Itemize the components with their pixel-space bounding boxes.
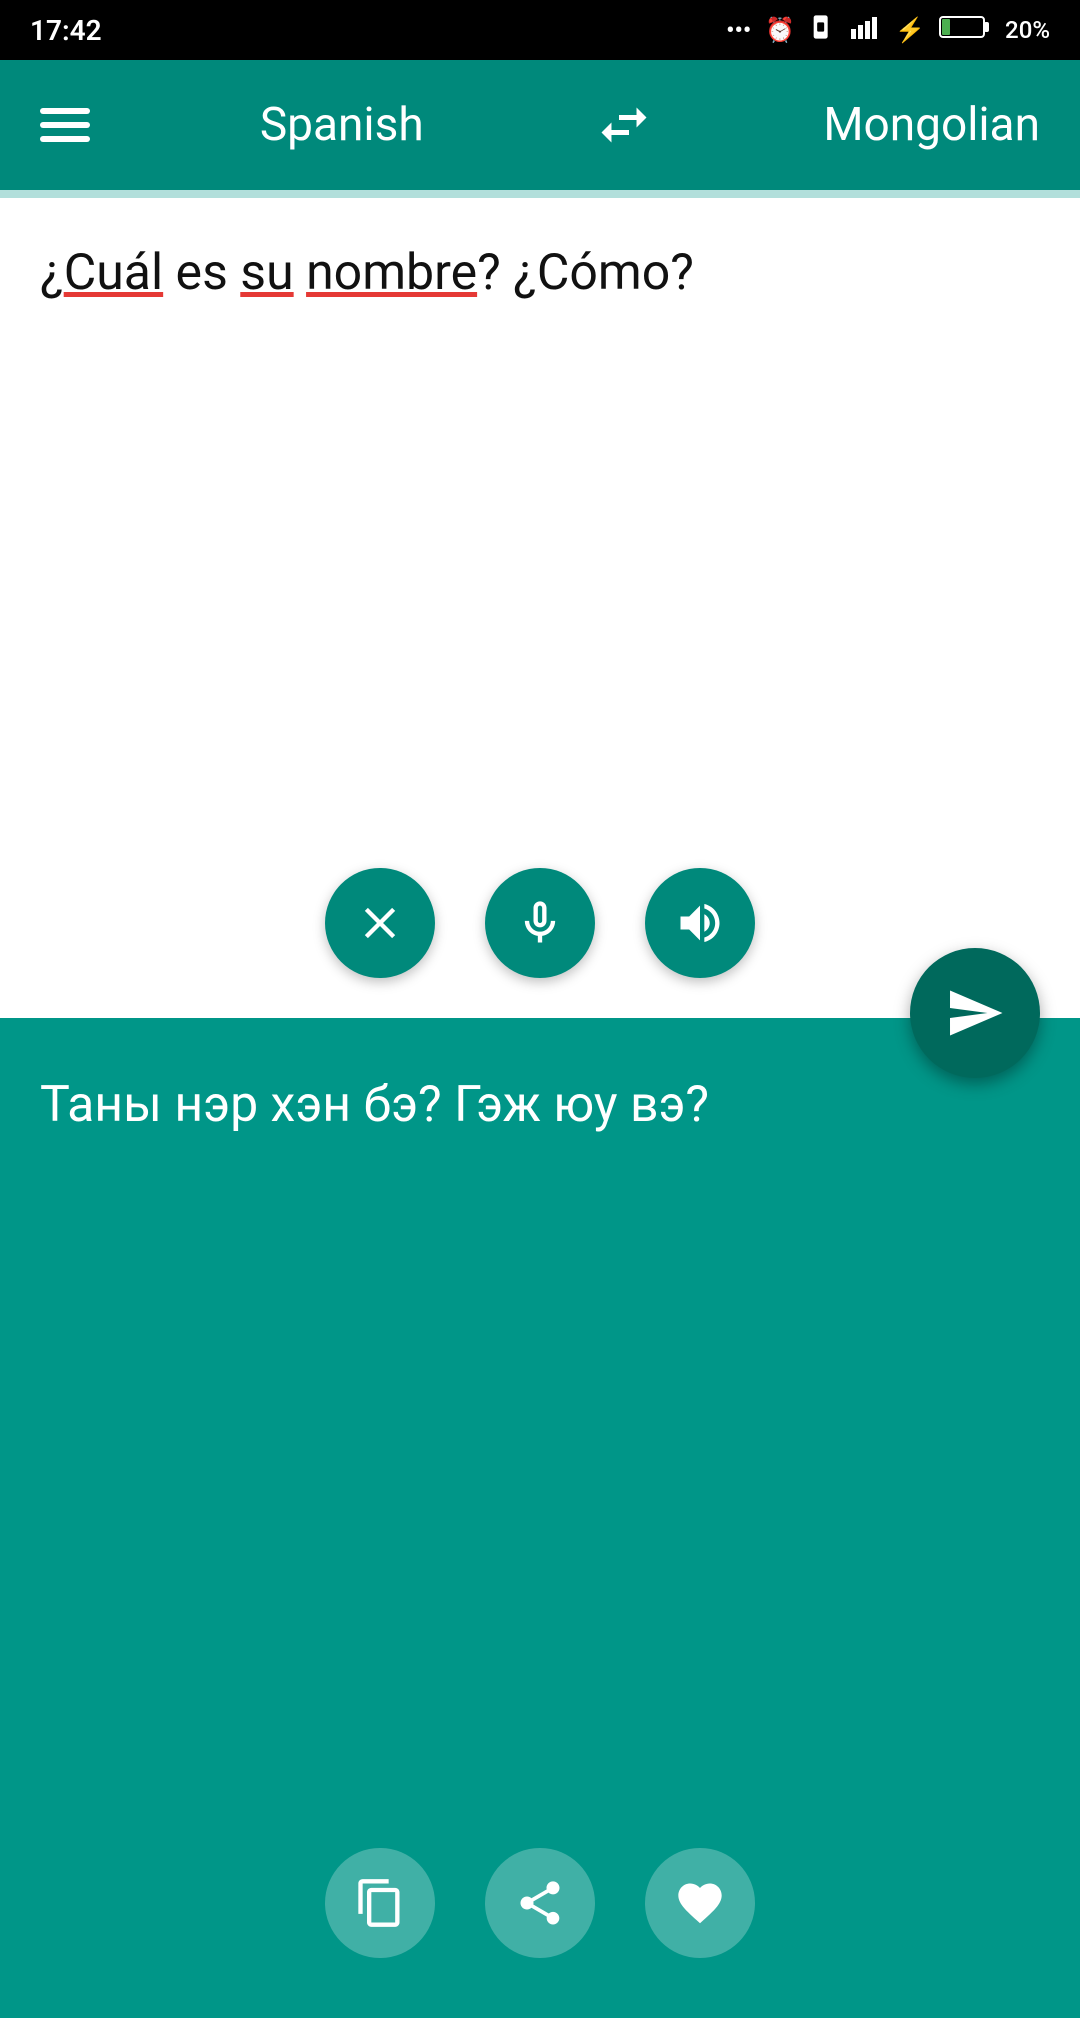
translation-area: Таны нэр хэн бэ? Гэж юу вэ? xyxy=(0,1018,1080,2018)
word-su: su xyxy=(240,244,293,302)
microphone-button[interactable] xyxy=(485,868,595,978)
clear-button[interactable] xyxy=(325,868,435,978)
menu-button[interactable] xyxy=(40,108,90,142)
source-language[interactable]: Spanish xyxy=(260,98,424,152)
word-nombre: nombre xyxy=(306,244,477,302)
battery-icon xyxy=(939,14,991,46)
status-bar: 17:42 ••• ⏰ ⚡ 20% xyxy=(0,0,1080,60)
translated-text: Таны нэр хэн бэ? Гэж юу вэ? xyxy=(40,1068,1040,1143)
bolt-icon: ⚡ xyxy=(895,16,925,44)
swap-languages-button[interactable] xyxy=(594,95,654,155)
input-area: ¿Cuál es su nombre? ¿Cómo? xyxy=(0,198,1080,1018)
signal-icon xyxy=(851,15,881,45)
translate-button[interactable] xyxy=(910,948,1040,1078)
input-action-buttons xyxy=(325,868,755,978)
status-time: 17:42 xyxy=(30,14,102,47)
favorite-button[interactable] xyxy=(645,1848,755,1958)
target-language[interactable]: Mongolian xyxy=(823,98,1040,152)
word-cual: Cuál xyxy=(64,244,163,302)
battery-percent: 20% xyxy=(1005,16,1050,44)
status-icons: ••• ⏰ ⚡ 20% xyxy=(726,13,1050,47)
copy-button[interactable] xyxy=(325,1848,435,1958)
source-text[interactable]: ¿Cuál es su nombre? ¿Cómo? xyxy=(40,238,1040,308)
speak-button[interactable] xyxy=(645,868,755,978)
app-header: Spanish Mongolian xyxy=(0,60,1080,190)
translation-action-buttons xyxy=(325,1848,755,1958)
dots-icon: ••• xyxy=(726,16,751,44)
header-divider xyxy=(0,190,1080,198)
input-wrapper: ¿Cuál es su nombre? ¿Cómo? xyxy=(0,198,1080,1018)
sim-icon xyxy=(809,13,837,47)
share-button[interactable] xyxy=(485,1848,595,1958)
alarm-icon: ⏰ xyxy=(765,16,795,44)
